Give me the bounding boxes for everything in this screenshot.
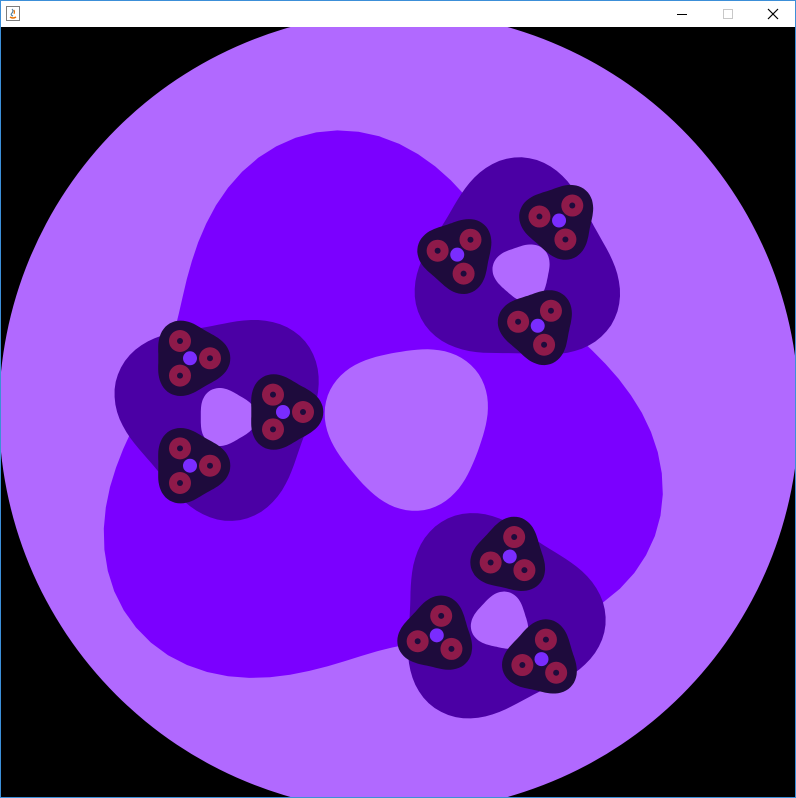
leaf-core-2-1-0 [414, 638, 421, 645]
leaf-core-0-1-0 [434, 247, 441, 254]
minimize-button[interactable] [659, 1, 705, 27]
sublobe-hole-1-2 [183, 458, 197, 473]
maximize-button[interactable] [705, 1, 751, 27]
sublobe-hole-0-2 [552, 213, 567, 228]
sublobe-hole-1-0 [183, 351, 197, 366]
sublobe-hole-0-0 [530, 318, 545, 333]
leaf-core-2-2-0 [511, 534, 518, 541]
leaf-core-2-1-2 [448, 645, 455, 652]
sublobe-hole-0-1 [450, 247, 465, 262]
leaf-core-2-1-1 [438, 612, 445, 619]
leaf-core-2-0-1 [519, 662, 526, 669]
leaf-core-1-2-2 [207, 462, 213, 469]
leaf-core-1-1-1 [270, 426, 276, 433]
sublobe-hole-1-1 [276, 405, 290, 419]
maximize-icon [722, 5, 734, 24]
leaf-core-1-1-2 [270, 391, 276, 398]
leaf-core-0-2-2 [536, 213, 543, 220]
minimize-icon [676, 5, 688, 24]
fractal-canvas[interactable] [1, 27, 795, 797]
java-icon[interactable] [6, 6, 20, 21]
leaf-core-1-2-0 [177, 480, 183, 487]
leaf-core-0-1-2 [460, 270, 467, 277]
leaf-core-1-0-0 [177, 337, 183, 344]
leaf-core-0-1-1 [467, 236, 474, 243]
leaf-core-2-0-2 [542, 636, 549, 643]
app-window [0, 0, 796, 798]
leaf-core-2-2-2 [487, 559, 494, 566]
leaf-core-1-0-2 [177, 372, 183, 379]
close-button[interactable] [750, 1, 795, 27]
leaf-core-2-2-1 [521, 567, 528, 574]
sublobe-hole-2-0 [534, 652, 549, 667]
close-icon [767, 5, 779, 24]
title-bar[interactable] [1, 1, 795, 27]
leaf-core-0-2-1 [562, 236, 569, 243]
leaf-core-0-0-2 [547, 307, 554, 314]
leaf-core-1-2-1 [177, 445, 183, 452]
sublobe-hole-2-1 [429, 628, 444, 643]
leaf-core-0-0-1 [515, 318, 522, 325]
leaf-core-1-1-0 [300, 409, 306, 415]
leaf-core-1-0-1 [207, 355, 213, 362]
leaf-core-2-0-0 [553, 669, 560, 676]
leaf-core-0-2-0 [569, 202, 576, 209]
leaf-core-0-0-0 [541, 341, 548, 348]
sublobe-hole-2-2 [502, 549, 517, 564]
fractal-image [1, 27, 795, 797]
